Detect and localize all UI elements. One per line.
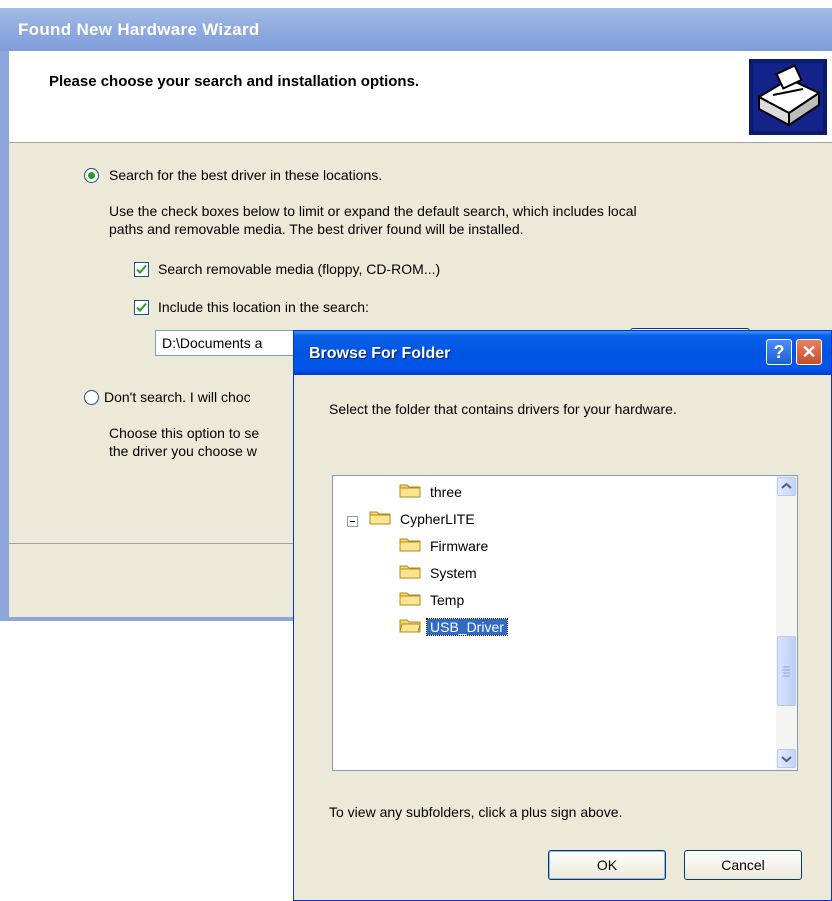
tree-node-label: System bbox=[430, 565, 477, 581]
checkbox-include-location-label: Include this location in the search: bbox=[158, 299, 369, 315]
wizard-title: Found New Hardware Wizard bbox=[18, 20, 260, 39]
radio-dont-search[interactable] bbox=[84, 390, 99, 405]
tree-node-label: Firmware bbox=[430, 538, 489, 554]
checkbox-removable-media-label: Search removable media (floppy, CD-ROM..… bbox=[158, 261, 441, 277]
chevron-up-icon bbox=[781, 482, 792, 489]
grip-icon bbox=[783, 666, 790, 677]
scroll-thumb[interactable] bbox=[777, 636, 796, 706]
ok-button[interactable]: OK bbox=[548, 850, 666, 880]
tree-node-label: Temp bbox=[430, 592, 465, 608]
wizard-titlebar[interactable]: Found New Hardware Wizard bbox=[0, 8, 832, 51]
radio-dont-search-label: Don't search. I will choc bbox=[104, 389, 251, 405]
chevron-down-icon bbox=[781, 756, 792, 763]
tree-node-label: CypherLITE bbox=[400, 511, 475, 527]
search-description-line2: paths and removable media. The best driv… bbox=[109, 221, 524, 237]
tree-scrollbar[interactable] bbox=[776, 476, 797, 770]
folder-icon bbox=[399, 484, 421, 498]
wizard-header: Please choose your search and installati… bbox=[9, 51, 832, 143]
checkbox-removable-media[interactable] bbox=[134, 262, 149, 277]
folder-icon bbox=[399, 592, 421, 606]
cancel-button[interactable]: Cancel bbox=[684, 850, 802, 880]
folder-icon bbox=[399, 565, 421, 579]
scroll-down-button[interactable] bbox=[777, 749, 796, 768]
wizard-heading: Please choose your search and installati… bbox=[49, 73, 420, 90]
folder-open-icon bbox=[399, 619, 421, 633]
help-button[interactable]: ? bbox=[766, 339, 792, 365]
close-button[interactable]: ✕ bbox=[796, 339, 822, 365]
folder-icon bbox=[369, 511, 391, 525]
manual-description-line2: the driver you choose w bbox=[109, 443, 257, 459]
browse-description: Select the folder that contains drivers … bbox=[329, 401, 677, 417]
scroll-up-button[interactable] bbox=[777, 477, 796, 496]
radio-search-label: Search for the best driver in these loca… bbox=[109, 167, 383, 183]
checkmark-icon bbox=[136, 264, 147, 274]
tree-node-label: USB_Driver bbox=[426, 618, 508, 636]
browse-hint: To view any subfolders, click a plus sig… bbox=[329, 804, 623, 820]
checkmark-icon bbox=[136, 302, 147, 312]
manual-description-line1: Choose this option to se bbox=[109, 425, 260, 441]
checkbox-include-location[interactable] bbox=[134, 300, 149, 315]
browse-title: Browse For Folder bbox=[309, 345, 451, 362]
folder-icon bbox=[399, 538, 421, 552]
tree-node-label: three bbox=[430, 484, 462, 500]
wizard-frame-edge bbox=[0, 51, 9, 620]
wizard-frame-bottom bbox=[0, 617, 300, 621]
radio-search-best-driver[interactable] bbox=[84, 168, 99, 183]
browse-for-folder-dialog: Browse For Folder ? ✕ Select the folder … bbox=[293, 330, 832, 901]
folder-tree[interactable]: three CypherLITE Firmware System Temp US… bbox=[332, 475, 798, 771]
browse-titlebar[interactable]: Browse For Folder ? ✕ bbox=[294, 331, 831, 375]
hardware-install-icon bbox=[749, 59, 827, 135]
search-description-line1: Use the check boxes below to limit or ex… bbox=[109, 203, 637, 219]
tree-collapse-icon[interactable] bbox=[347, 516, 358, 527]
